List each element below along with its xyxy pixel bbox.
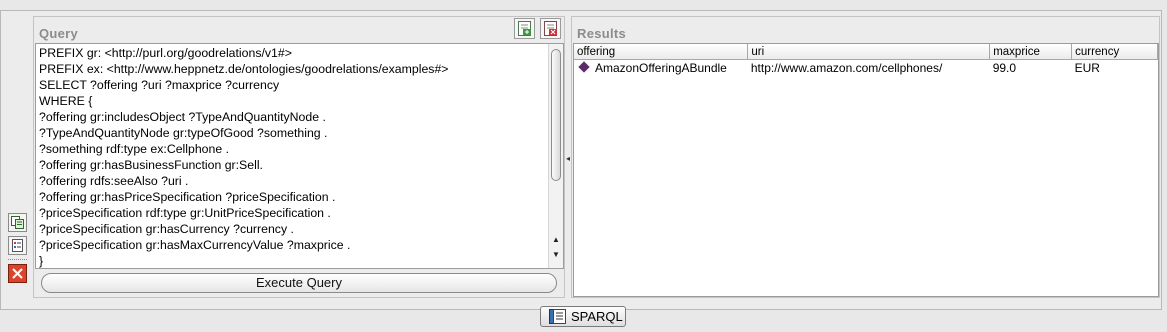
cell-currency[interactable]: EUR bbox=[1072, 60, 1158, 75]
cell-offering[interactable]: AmazonOfferingABundle bbox=[574, 60, 748, 75]
sparql-icon bbox=[549, 309, 566, 324]
code-line: WHERE { bbox=[39, 94, 93, 108]
toolbar-separator bbox=[8, 259, 27, 260]
code-line: ?priceSpecification rdf:type gr:UnitPric… bbox=[39, 206, 331, 220]
results-table-container: offering uri maxprice currency AmazonOff… bbox=[573, 43, 1159, 297]
cell-maxprice[interactable]: 99.0 bbox=[990, 60, 1072, 75]
code-line: ?offering rdfs:seeAlso ?uri . bbox=[39, 174, 189, 188]
code-line: PREFIX ex: <http://www.heppnetz.de/ontol… bbox=[39, 62, 449, 76]
column-header-currency[interactable]: currency bbox=[1071, 44, 1158, 60]
column-header-uri[interactable]: uri bbox=[747, 44, 991, 60]
results-panel-title: Results bbox=[577, 26, 627, 41]
scrollbar-thumb[interactable] bbox=[551, 49, 561, 181]
code-line: ?priceSpecification gr:hasMaxCurrencyVal… bbox=[39, 238, 351, 252]
column-header-maxprice[interactable]: maxprice bbox=[989, 44, 1073, 60]
code-line: ?priceSpecification gr:hasCurrency ?curr… bbox=[39, 222, 294, 236]
split-pane-divider-arrow-icon[interactable]: ◂ bbox=[566, 154, 570, 163]
table-row[interactable]: AmazonOfferingABundle http://www.amazon.… bbox=[574, 60, 1158, 75]
execute-query-button[interactable]: Execute Query bbox=[41, 273, 557, 293]
query-editor[interactable]: PREFIX gr: <http://purl.org/goodrelation… bbox=[35, 43, 564, 269]
cell-uri[interactable]: http://www.amazon.com/cellphones/ bbox=[748, 60, 990, 75]
code-line: } bbox=[39, 254, 44, 268]
sparql-label: SPARQL bbox=[571, 309, 623, 324]
offering-value: AmazonOfferingABundle bbox=[595, 61, 727, 75]
query-panel: Query PREFIX gr: <http://purl.org/goodre… bbox=[33, 16, 565, 298]
query-text[interactable]: PREFIX gr: <http://purl.org/goodrelation… bbox=[39, 45, 449, 268]
code-line: ?offering gr:hasPriceSpecification ?pric… bbox=[39, 190, 336, 204]
scroll-up-arrow-icon[interactable]: ▲ bbox=[552, 235, 560, 244]
code-line: ?offering gr:hasBusinessFunction gr:Sell… bbox=[39, 158, 263, 172]
close-icon[interactable] bbox=[8, 264, 27, 283]
list-view-icon[interactable] bbox=[8, 236, 27, 255]
table-header-row: offering uri maxprice currency bbox=[574, 44, 1158, 60]
code-line: ?something rdf:type ex:Cellphone . bbox=[39, 142, 230, 156]
individual-diamond-icon bbox=[578, 61, 590, 73]
scroll-down-arrow-icon[interactable]: ▼ bbox=[552, 250, 560, 259]
query-toolbar bbox=[513, 18, 561, 44]
code-line: PREFIX gr: <http://purl.org/goodrelation… bbox=[39, 46, 292, 60]
restore-view-icon[interactable] bbox=[8, 213, 27, 232]
code-line: ?offering gr:includesObject ?TypeAndQuan… bbox=[39, 110, 326, 124]
results-table: offering uri maxprice currency AmazonOff… bbox=[574, 44, 1158, 75]
code-line: SELECT ?offering ?uri ?maxprice ?currenc… bbox=[39, 78, 280, 92]
sparql-tab-button[interactable]: SPARQL bbox=[540, 306, 626, 327]
add-query-icon[interactable] bbox=[513, 18, 535, 39]
results-panel: Results offering uri maxprice currency A… bbox=[571, 16, 1160, 298]
column-header-offering[interactable]: offering bbox=[574, 44, 749, 60]
code-line: ?TypeAndQuantityNode gr:typeOfGood ?some… bbox=[39, 126, 328, 140]
query-panel-title: Query bbox=[39, 26, 79, 41]
remove-query-icon[interactable] bbox=[540, 18, 561, 39]
editor-scrollbar[interactable]: ▲ ▼ bbox=[548, 44, 563, 268]
left-toolbar bbox=[8, 213, 30, 287]
